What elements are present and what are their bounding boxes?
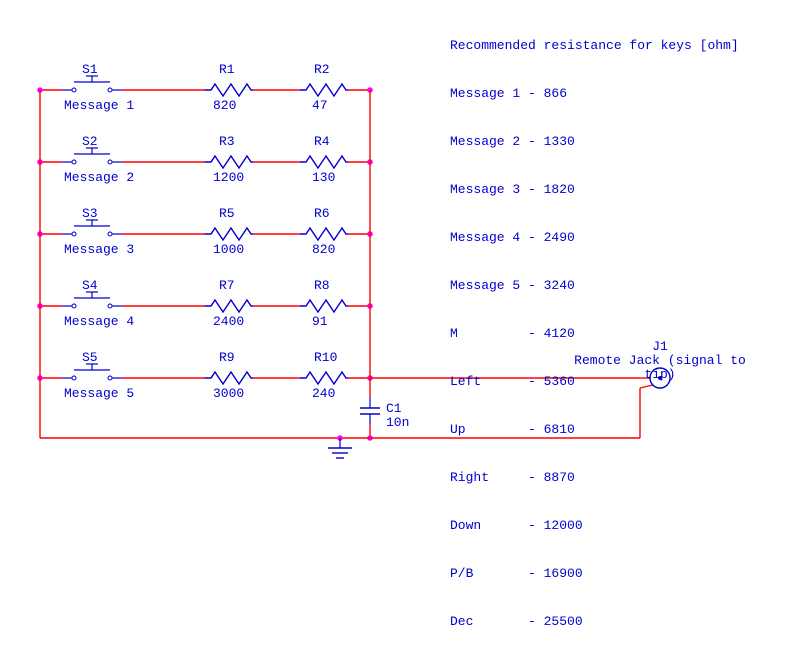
switch-name: Message 5 (64, 386, 134, 401)
notes-line: Message 5 - 3240 (450, 278, 739, 294)
schematic-row-5 (37, 364, 373, 384)
notes-line: Message 3 - 1820 (450, 182, 739, 198)
capacitor-symbol (360, 398, 380, 424)
notes-title: Recommended resistance for keys [ohm] (450, 38, 739, 54)
resistor-value: 820 (312, 242, 335, 257)
switch-name: Message 3 (64, 242, 134, 257)
schematic-row-3 (37, 220, 373, 240)
resistor-r5 (205, 228, 253, 240)
resistor-value: 240 (312, 386, 335, 401)
switch-s4 (62, 292, 122, 308)
switch-s3 (62, 220, 122, 236)
resistor-refdes: R1 (219, 62, 235, 77)
resistor-r2 (300, 84, 348, 96)
capacitor-c1 (360, 398, 380, 424)
resistor-refdes: R5 (219, 206, 235, 221)
resistor-r3 (205, 156, 253, 168)
resistor-value: 3000 (213, 386, 244, 401)
switch-name: Message 1 (64, 98, 134, 113)
notes-line: P/B - 16900 (450, 566, 739, 582)
notes-line: Right - 8870 (450, 470, 739, 486)
notes-line: Message 2 - 1330 (450, 134, 739, 150)
resistor-value: 130 (312, 170, 335, 185)
switch-refdes: S5 (82, 350, 98, 365)
notes-line: Message 4 - 2490 (450, 230, 739, 246)
resistor-r6 (300, 228, 348, 240)
resistor-r8 (300, 300, 348, 312)
notes-line: Down - 12000 (450, 518, 739, 534)
cap-label-block: C1 10n (386, 402, 409, 430)
resistor-refdes: R3 (219, 134, 235, 149)
schematic-row-4 (37, 292, 373, 312)
schematic-row-1 (37, 76, 373, 96)
resistor-r4 (300, 156, 348, 168)
resistor-refdes: R6 (314, 206, 330, 221)
resistor-refdes: R7 (219, 278, 235, 293)
resistor-value: 47 (312, 98, 328, 113)
resistor-r7 (205, 300, 253, 312)
resistor-refdes: R10 (314, 350, 337, 365)
resistor-refdes: R2 (314, 62, 330, 77)
resistor-value: 2400 (213, 314, 244, 329)
ground-symbol-icon (328, 438, 352, 458)
switch-s2 (62, 148, 122, 164)
schematic-row-2 (37, 148, 373, 168)
jack-desc: Remote Jack (signal to tip) (570, 354, 750, 382)
resistor-value: 91 (312, 314, 328, 329)
resistor-r1 (205, 84, 253, 96)
resistor-r10 (300, 372, 348, 384)
switch-refdes: S4 (82, 278, 98, 293)
resistor-value: 1000 (213, 242, 244, 257)
notes-line: Up - 6810 (450, 422, 739, 438)
resistor-value: 820 (213, 98, 236, 113)
notes-line: Message 1 - 866 (450, 86, 739, 102)
resistor-r9 (205, 372, 253, 384)
jack-label-block: J1 Remote Jack (signal to tip) (570, 340, 750, 382)
switch-s1 (62, 76, 122, 92)
switch-refdes: S3 (82, 206, 98, 221)
jack-refdes: J1 (570, 340, 750, 354)
ground-symbol (328, 438, 352, 458)
notes-block: Recommended resistance for keys [ohm] Me… (450, 6, 739, 646)
cap-value: 10n (386, 416, 409, 430)
cap-refdes: C1 (386, 402, 409, 416)
resistor-refdes: R9 (219, 350, 235, 365)
switch-refdes: S2 (82, 134, 98, 149)
switch-name: Message 4 (64, 314, 134, 329)
switch-refdes: S1 (82, 62, 98, 77)
switch-name: Message 2 (64, 170, 134, 185)
switch-s5 (62, 364, 122, 380)
resistor-value: 1200 (213, 170, 244, 185)
notes-line: Dec - 25500 (450, 614, 739, 630)
resistor-refdes: R4 (314, 134, 330, 149)
resistor-refdes: R8 (314, 278, 330, 293)
